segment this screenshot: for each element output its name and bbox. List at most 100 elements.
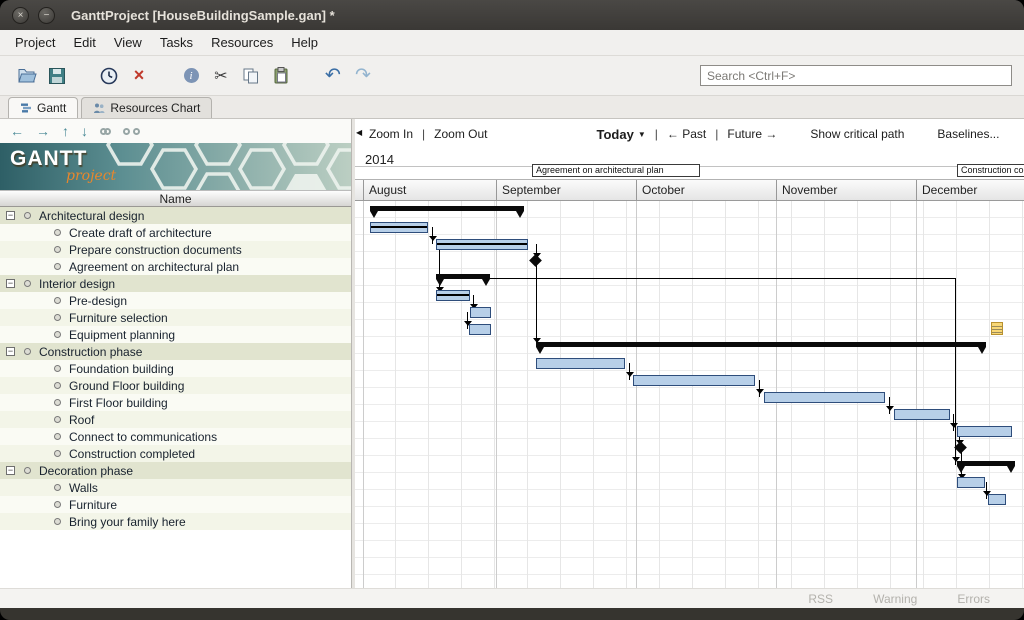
errors-status[interactable]: Errors — [957, 592, 990, 606]
task-row[interactable]: Agreement on architectural plan — [0, 258, 351, 275]
task-row[interactable]: Bring your family here — [0, 513, 351, 530]
dependency-line — [986, 482, 987, 499]
paste-button[interactable] — [266, 62, 296, 90]
window-close-button[interactable]: × — [12, 7, 29, 24]
task-bar[interactable] — [633, 375, 755, 386]
collapse-icon[interactable]: − — [6, 279, 15, 288]
task-bar[interactable] — [436, 290, 470, 301]
dependency-line — [432, 227, 433, 244]
menu-item-view[interactable]: View — [105, 31, 151, 54]
menu-item-edit[interactable]: Edit — [64, 31, 104, 54]
task-label: First Floor building — [69, 396, 168, 410]
gantt-chart-panel: ◀ Zoom In | Zoom Out Today ▼ | ← Past | … — [355, 119, 1024, 588]
menu-item-resources[interactable]: Resources — [202, 31, 282, 54]
task-row[interactable]: Furniture selection — [0, 309, 351, 326]
undo-button[interactable]: ↶ — [318, 62, 348, 90]
indent-task-button[interactable]: → — [36, 124, 50, 138]
task-row[interactable]: Connect to communications — [0, 428, 351, 445]
task-bar[interactable] — [957, 477, 985, 488]
zoom-in-link[interactable]: Zoom In — [369, 127, 413, 141]
menu-item-project[interactable]: Project — [6, 31, 64, 54]
name-column-header[interactable]: Name — [0, 190, 351, 207]
task-bullet-icon — [54, 331, 61, 338]
task-row[interactable]: Construction completed — [0, 445, 351, 462]
undo-icon: ↶ — [325, 64, 341, 87]
tab-gantt[interactable]: Gantt — [8, 97, 78, 118]
month-header: November — [776, 180, 916, 201]
task-bar[interactable] — [764, 392, 885, 403]
baselines-link[interactable]: Baselines... — [937, 127, 999, 141]
window-minimize-button[interactable]: − — [38, 7, 55, 24]
task-row[interactable]: −Architectural design — [0, 207, 351, 224]
task-row[interactable]: Prepare construction documents — [0, 241, 351, 258]
cut-button[interactable]: ✂ — [206, 62, 236, 90]
note-icon[interactable] — [991, 322, 1003, 335]
task-bar[interactable] — [536, 358, 625, 369]
copy-button[interactable] — [236, 62, 266, 90]
collapse-icon[interactable]: − — [6, 347, 15, 356]
task-label: Decoration phase — [39, 464, 133, 478]
task-label: Construction phase — [39, 345, 142, 359]
task-tree-panel: ← → ↑ ↓ — [0, 119, 352, 588]
unlink-tasks-button[interactable] — [123, 128, 140, 135]
task-bar[interactable] — [469, 324, 491, 335]
summary-bar[interactable] — [436, 274, 490, 279]
properties-button[interactable]: i — [176, 62, 206, 90]
task-row[interactable]: Ground Floor building — [0, 377, 351, 394]
task-row[interactable]: − Construction phase — [0, 343, 351, 360]
task-row[interactable]: Roof — [0, 411, 351, 428]
unindent-task-button[interactable]: ← — [10, 124, 24, 138]
open-project-button[interactable] — [12, 62, 42, 90]
task-row[interactable]: Walls — [0, 479, 351, 496]
task-bar[interactable] — [370, 222, 428, 233]
move-task-up-button[interactable]: ↑ — [62, 124, 69, 138]
task-row[interactable]: Pre-design — [0, 292, 351, 309]
task-bar[interactable] — [436, 239, 528, 250]
tab-label: Resources Chart — [110, 101, 200, 115]
task-row[interactable]: − Interior design — [0, 275, 351, 292]
link-tasks-button[interactable] — [100, 128, 111, 135]
task-bar[interactable] — [470, 307, 491, 318]
move-task-down-button[interactable]: ↓ — [81, 124, 88, 138]
task-row[interactable]: Foundation building — [0, 360, 351, 377]
rss-status[interactable]: RSS — [808, 592, 833, 606]
resources-icon — [93, 102, 105, 114]
task-row[interactable]: − Decoration phase — [0, 462, 351, 479]
gantt-chart-body[interactable] — [355, 201, 1024, 588]
collapse-icon[interactable]: − — [6, 211, 15, 220]
task-bullet-icon — [24, 348, 31, 355]
show-critical-path-link[interactable]: Show critical path — [810, 127, 904, 141]
search-input[interactable] — [700, 65, 1012, 86]
save-project-button[interactable] — [42, 62, 72, 90]
paste-icon — [273, 67, 289, 84]
delete-task-button[interactable]: × — [124, 62, 154, 90]
task-bar[interactable] — [988, 494, 1006, 505]
task-bar[interactable] — [957, 426, 1012, 437]
task-bullet-icon — [54, 229, 61, 236]
collapse-panel-icon[interactable]: ◀ — [356, 128, 362, 137]
summary-bar[interactable] — [370, 206, 524, 211]
task-row[interactable]: Create draft of architecture — [0, 224, 351, 241]
clock-icon — [100, 67, 118, 85]
redo-icon: ↷ — [355, 64, 371, 87]
menu-item-help[interactable]: Help — [282, 31, 327, 54]
task-bar[interactable] — [894, 409, 950, 420]
time-button[interactable] — [94, 62, 124, 90]
collapse-icon[interactable]: − — [6, 466, 15, 475]
task-label: Agreement on architectural plan — [69, 260, 239, 274]
task-label: Interior design — [39, 277, 115, 291]
redo-button[interactable]: ↷ — [348, 62, 378, 90]
summary-bar[interactable] — [957, 461, 1015, 466]
task-row[interactable]: Furniture — [0, 496, 351, 513]
warning-status[interactable]: Warning — [873, 592, 917, 606]
app-window: × − GanttProject [HouseBuildingSample.ga… — [0, 0, 1024, 620]
task-row[interactable]: First Floor building — [0, 394, 351, 411]
tab-resources-chart[interactable]: Resources Chart — [81, 97, 212, 118]
menu-item-tasks[interactable]: Tasks — [151, 31, 202, 54]
summary-bar[interactable] — [536, 342, 986, 347]
past-link[interactable]: ← Past — [667, 127, 706, 141]
future-link[interactable]: Future → — [727, 127, 777, 141]
zoom-out-link[interactable]: Zoom Out — [434, 127, 487, 141]
task-row[interactable]: Equipment planning — [0, 326, 351, 343]
today-dropdown[interactable]: Today ▼ — [597, 127, 646, 142]
